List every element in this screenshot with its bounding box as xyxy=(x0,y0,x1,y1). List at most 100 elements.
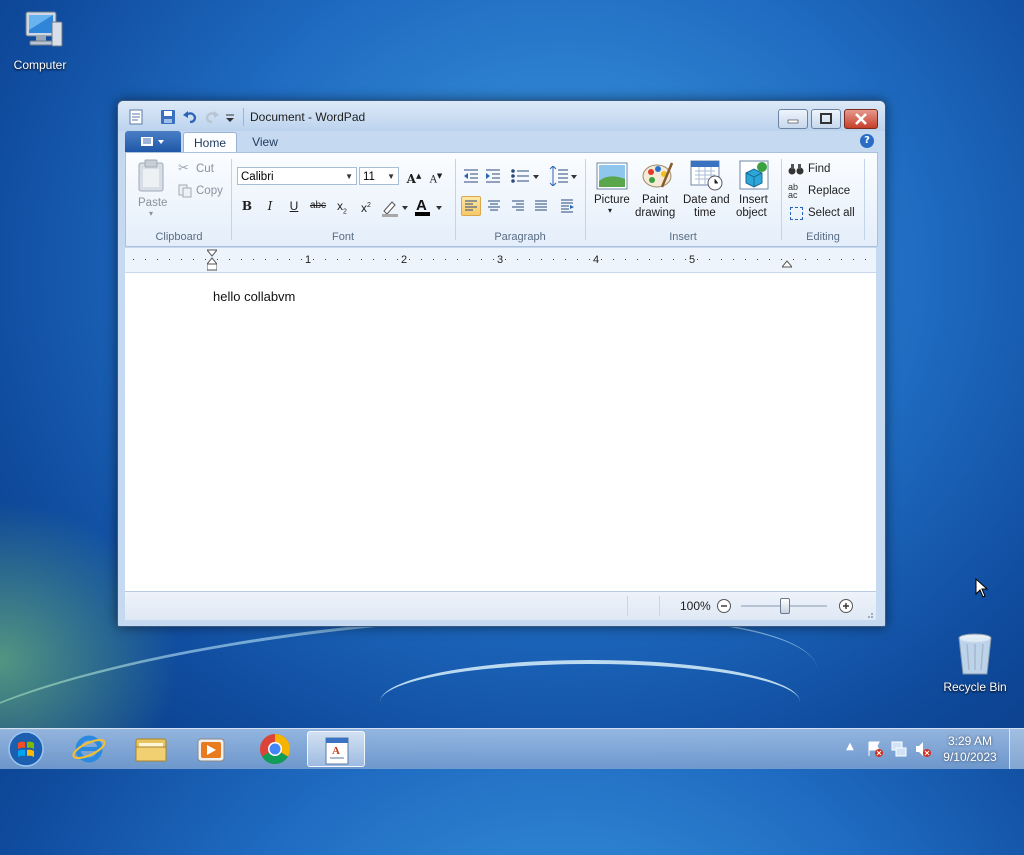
underline-button[interactable]: U xyxy=(284,196,304,216)
zoom-slider-thumb[interactable] xyxy=(780,598,790,614)
wordpad-app-icon[interactable] xyxy=(128,109,144,125)
ruler-tick xyxy=(253,259,254,260)
ruler-tick xyxy=(685,259,686,260)
justify-button[interactable] xyxy=(531,196,551,216)
ruler-tick xyxy=(829,259,830,260)
decrease-indent-button[interactable] xyxy=(461,166,481,186)
taskbar-wordpad[interactable]: A xyxy=(307,731,365,767)
shrink-font-button[interactable]: A▼ xyxy=(426,166,446,186)
paint-drawing-button[interactable]: Paint drawing xyxy=(634,159,680,223)
align-left-button[interactable] xyxy=(461,196,481,216)
grow-font-button[interactable]: A▲ xyxy=(404,166,424,186)
ruler-tick xyxy=(853,259,854,260)
group-label-paragraph: Paragraph xyxy=(494,231,546,243)
group-label-editing: Editing xyxy=(806,231,840,243)
action-center-icon[interactable] xyxy=(866,740,884,758)
ruler-tick xyxy=(697,259,698,260)
first-line-indent-marker[interactable] xyxy=(205,249,219,271)
bold-button[interactable]: B xyxy=(237,196,257,216)
document-area[interactable]: hello collabvm xyxy=(125,273,876,591)
strikethrough-button[interactable]: abc xyxy=(308,196,328,216)
decrease-indent-icon xyxy=(464,169,478,183)
binoculars-icon xyxy=(788,162,804,179)
file-menu-button[interactable] xyxy=(125,131,181,152)
ruler-tick xyxy=(373,259,374,260)
paragraph-icon xyxy=(561,199,574,213)
increase-indent-button[interactable] xyxy=(483,166,503,186)
taskbar-internet-explorer[interactable] xyxy=(60,731,118,767)
italic-button[interactable]: I xyxy=(260,196,280,216)
copy-button[interactable]: Copy xyxy=(176,183,230,201)
redo-icon[interactable] xyxy=(204,109,220,125)
highlight-color-button[interactable] xyxy=(380,198,410,218)
show-desktop-button[interactable] xyxy=(1009,729,1024,769)
resize-grip-icon[interactable] xyxy=(864,608,874,618)
ruler-tick xyxy=(481,259,482,260)
cut-button[interactable]: ✂ Cut xyxy=(176,161,226,179)
font-size-select[interactable]: 11 ▼ xyxy=(359,167,399,185)
ruler-tick xyxy=(313,259,314,260)
tab-home[interactable]: Home xyxy=(183,132,237,153)
title-bar[interactable]: Document - WordPad xyxy=(118,101,885,131)
show-hidden-icons-button[interactable]: ▲ xyxy=(843,741,857,755)
align-right-icon xyxy=(512,200,524,211)
taskbar-clock[interactable]: 3:29 AM 9/10/2023 xyxy=(938,733,1002,765)
document-text[interactable]: hello collabvm xyxy=(213,289,295,304)
ruler-tick xyxy=(541,259,542,260)
find-button[interactable]: Find xyxy=(788,161,848,179)
right-indent-marker[interactable] xyxy=(780,257,794,268)
zoom-in-button[interactable] xyxy=(838,598,854,614)
insert-object-button[interactable]: Insert object xyxy=(732,159,776,223)
ruler-tick xyxy=(241,259,242,260)
desktop-icon-computer[interactable]: Computer xyxy=(0,8,80,72)
ruler[interactable]: 1 2 3 4 5 xyxy=(125,247,876,273)
group-label-insert: Insert xyxy=(669,231,697,243)
select-all-button[interactable]: Select all xyxy=(788,205,864,223)
maximize-button[interactable] xyxy=(811,109,841,129)
replace-button[interactable]: ab ac Replace xyxy=(788,183,860,201)
line-spacing-icon xyxy=(549,165,577,187)
status-divider xyxy=(627,596,628,616)
align-center-button[interactable] xyxy=(484,196,504,216)
customize-qat-icon[interactable] xyxy=(224,109,240,125)
clock-time: 3:29 AM xyxy=(947,734,993,748)
volume-muted-icon[interactable] xyxy=(914,740,932,758)
font-color-icon: A xyxy=(415,197,442,216)
align-right-button[interactable] xyxy=(508,196,528,216)
line-spacing-button[interactable] xyxy=(546,165,580,187)
network-icon[interactable] xyxy=(890,740,908,758)
ruler-tick xyxy=(277,259,278,260)
date-time-button[interactable]: Date and time xyxy=(680,159,732,223)
superscript-button[interactable]: x2 xyxy=(356,196,376,216)
taskbar-chrome[interactable] xyxy=(246,731,304,767)
undo-icon[interactable] xyxy=(182,109,198,125)
ruler-tick xyxy=(205,259,206,260)
tab-view[interactable]: View xyxy=(241,132,289,152)
start-button[interactable] xyxy=(6,730,46,768)
ruler-tick xyxy=(865,259,866,260)
ruler-tick xyxy=(529,259,530,260)
desktop-icon-recycle-bin[interactable]: Recycle Bin xyxy=(935,630,1015,694)
zoom-slider[interactable] xyxy=(741,598,827,614)
minimize-button[interactable] xyxy=(778,109,808,129)
folder-icon xyxy=(135,738,167,762)
highlighter-icon xyxy=(382,201,408,217)
font-color-button[interactable]: A xyxy=(414,196,446,218)
paragraph-button[interactable] xyxy=(557,196,577,216)
zoom-out-button[interactable] xyxy=(716,598,732,614)
ruler-tick xyxy=(409,259,410,260)
calendar-clock-icon xyxy=(690,160,723,191)
font-family-select[interactable]: Calibri ▼ xyxy=(237,167,357,185)
save-icon[interactable] xyxy=(160,109,176,125)
paste-button[interactable]: Paste ▾ xyxy=(136,159,170,219)
taskbar-media-player[interactable] xyxy=(182,731,240,767)
help-icon[interactable]: ? xyxy=(860,134,874,148)
paste-icon xyxy=(138,159,164,192)
windows-logo-icon xyxy=(8,731,44,767)
insert-picture-button[interactable]: Picture ▾ xyxy=(590,159,634,223)
subscript-button[interactable]: x2 xyxy=(332,196,352,216)
taskbar-file-explorer[interactable] xyxy=(122,731,180,767)
svg-text:A: A xyxy=(332,745,340,757)
bullets-button[interactable] xyxy=(508,166,542,186)
close-button[interactable] xyxy=(844,109,878,129)
